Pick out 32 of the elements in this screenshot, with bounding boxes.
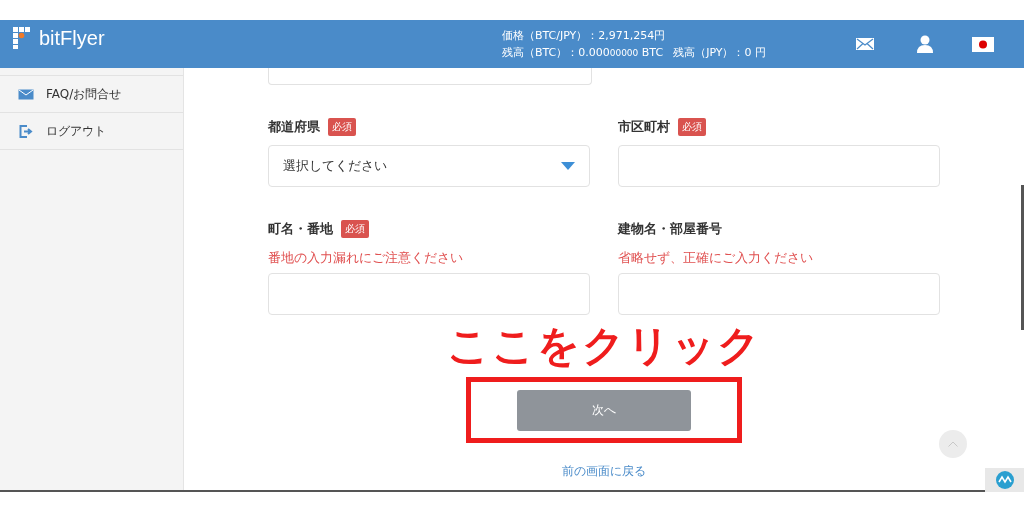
chat-widget[interactable] [985, 468, 1024, 492]
mail-icon[interactable] [856, 38, 874, 50]
sidebar-item[interactable]: ログアウト [0, 113, 183, 150]
field-hint: 省略せず、正確にご入力ください [618, 249, 814, 267]
field-label: 都道府県 [268, 118, 320, 136]
scroll-top-button[interactable] [939, 430, 967, 458]
field-hint: 番地の入力漏れにご注意ください [268, 249, 464, 267]
input-field[interactable] [618, 145, 940, 187]
input-field[interactable] [268, 273, 590, 315]
required-badge: 必須 [341, 220, 369, 238]
field-label: 町名・番地 [268, 220, 333, 238]
flag-icon[interactable] [972, 36, 994, 52]
jpy-balance-text: 残高（JPY）：0 円 [673, 45, 766, 60]
logo-icon [13, 27, 33, 49]
user-icon[interactable] [916, 35, 934, 53]
input-field[interactable] [618, 273, 940, 315]
annotation-text: ここをクリック [446, 321, 762, 371]
field-label: 建物名・部屋番号 [618, 220, 722, 238]
required-badge: 必須 [328, 118, 356, 136]
required-badge: 必須 [678, 118, 706, 136]
back-link[interactable]: 前の画面に戻る [562, 463, 646, 480]
btc-balance-text: 残高（BTC）：0.00000000 BTC [501, 45, 664, 60]
logout-icon [18, 124, 34, 138]
field-label: 市区町村 [618, 118, 670, 136]
chevron-up-icon [948, 441, 958, 447]
mail-icon [18, 88, 34, 100]
sidebar-item[interactable]: FAQ/お問合せ [0, 76, 183, 113]
prefecture-dropdown[interactable]: 選択してください [268, 145, 590, 187]
price-text: 価格（BTC/JPY）：2,971,254円 [501, 28, 667, 43]
logo-text[interactable]: bitFlyer [39, 26, 105, 50]
dropdown-caret-icon [561, 162, 575, 170]
input-field[interactable] [268, 68, 592, 85]
